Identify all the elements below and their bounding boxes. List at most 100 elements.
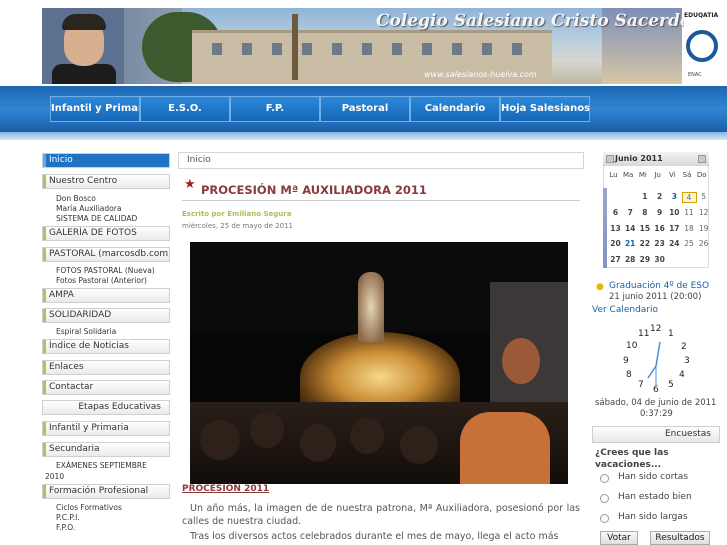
banner-palm [292,14,298,80]
calendar-prev-button[interactable] [606,155,614,163]
calendar-day[interactable]: 4 [681,192,697,203]
event-date: 21 junio 2011 (20:00) [609,292,702,302]
vote-button[interactable]: Votar [600,531,638,545]
submenu-pcpi[interactable]: P.C.P.I. [56,513,80,522]
poll-radio-2[interactable] [600,494,609,503]
submenu-espiral-solidaria[interactable]: Espiral Solidaria [56,327,116,336]
clock-number: 2 [681,342,687,352]
nav-hoja-salesianos[interactable]: Hoja Salesianos [500,96,590,122]
nav-fp[interactable]: F.P. [230,96,320,122]
nav-strip [0,132,727,140]
clock-number: 10 [626,341,638,351]
analog-clock: 12 1 2 3 4 5 6 7 8 9 10 11 [610,322,690,402]
star-icon: ★ [184,177,196,192]
nav-eso[interactable]: E.S.O. [140,96,230,122]
submenu-ciclos-formativos[interactable]: Ciclos Formativos [56,503,122,512]
submenu-fotos-pastoral-nueva[interactable]: FOTOS PASTORAL (Nueva) [56,266,155,275]
procession-photo[interactable] [190,242,568,484]
calendar-day[interactable]: 3 [667,192,682,201]
poll-question: ¿Crees que las vacaciones... [595,448,669,470]
calendar-day[interactable]: 22 [637,239,652,248]
calendar-day[interactable]: 9 [652,208,667,217]
poll-option-2[interactable]: Han estado bien [618,492,692,502]
menu-indice-noticias[interactable]: Índice de Noticias [42,339,170,354]
calendar-day[interactable]: 6 [608,208,623,217]
submenu-don-bosco[interactable]: Don Bosco [56,194,96,203]
event-title-link[interactable]: Graduación 4º de ESO [609,281,709,291]
calendar-day[interactable]: 27 [608,255,623,264]
submenu-examenes-year[interactable]: 2010 [45,472,64,481]
menu-nuestro-centro[interactable]: Nuestro Centro [42,174,170,189]
polls-header: Encuestas [592,426,720,443]
results-button[interactable]: Resultados [650,531,710,545]
ver-calendario-link[interactable]: Ver Calendario [592,305,658,315]
calendar-weekday: Ju [654,171,661,179]
nav-infantil-primaria[interactable]: Infantil y Primaria [50,96,140,122]
calendar-day[interactable]: 29 [637,255,652,264]
calendar-day[interactable]: 5 [696,192,711,201]
menu-pastoral[interactable]: PASTORAL (marcosdb.com) [42,247,170,262]
article-image-caption-link[interactable]: PROCESIÓN 2011 [182,484,269,494]
calendar-day[interactable]: 11 [682,208,697,217]
clock-number: 8 [626,370,632,380]
menu-formacion-profesional[interactable]: Formación Profesional [42,484,170,499]
calendar-day[interactable]: 15 [637,224,652,233]
calendar-day[interactable]: 18 [682,224,697,233]
menu-solidaridad[interactable]: SOLIDARIDAD [42,308,170,323]
menu-enlaces[interactable]: Enlaces [42,360,170,375]
clock-time: 0:37:29 [640,409,673,419]
clock-number: 12 [650,324,662,334]
poll-option-1[interactable]: Han sido cortas [618,472,688,482]
menu-ampa[interactable]: AMPA [42,288,170,303]
poll-radio-1[interactable] [600,474,609,483]
clock-number: 6 [653,385,659,395]
menu-secundaria[interactable]: Secundaria [42,442,170,457]
nav-calendario[interactable]: Calendario [410,96,500,122]
breadcrumb[interactable]: Inicio [178,152,584,169]
menu-galeria-fotos[interactable]: GALERÍA DE FOTOS [42,226,170,241]
calendar-day[interactable]: 10 [667,208,682,217]
calendar-day[interactable]: 17 [667,224,682,233]
menu-inicio[interactable]: Inicio [42,153,170,168]
submenu-maria-auxiliadora[interactable]: María Auxiliadora [56,204,121,213]
calendar-day[interactable]: 12 [696,208,711,217]
menu-contactar[interactable]: Contactar [42,380,170,395]
calendar-day[interactable]: 26 [696,239,711,248]
school-title: Colegio Salesiano Cristo Sacerdote [376,11,710,31]
calendar-day[interactable]: 14 [623,224,638,233]
calendar-weekday: Sá [682,171,692,179]
menu-infantil-primaria[interactable]: Infantil y Primaria [42,421,170,436]
section-etapas-educativas: Etapas Educativas [42,400,170,415]
calendar-day[interactable]: 30 [652,255,667,264]
eduqatia-q-icon [686,30,718,62]
submenu-fotos-pastoral-anterior[interactable]: Fotos Pastoral (Anterior) [56,276,147,285]
submenu-examenes-septiembre[interactable]: EXÁMENES SEPTIEMBRE [56,461,147,470]
don-bosco-portrait [42,8,124,84]
calendar-day[interactable]: 24 [667,239,682,248]
calendar-weekday: Ma [623,171,634,179]
calendar-day[interactable]: 25 [682,239,697,248]
calendar-day[interactable]: 2 [652,192,667,201]
clock-date: sábado, 04 de junio de 2011 [595,398,717,408]
nav-pastoral[interactable]: Pastoral [320,96,410,122]
submenu-sistema-calidad[interactable]: SISTEMA DE CALIDAD [56,214,137,223]
calendar-day[interactable]: 28 [623,255,638,264]
calendar-day[interactable]: 21 [623,239,638,248]
clock-number: 3 [684,356,690,366]
calendar-day[interactable]: 20 [608,239,623,248]
calendar-day[interactable]: 1 [637,192,652,201]
article-paragraph-1: Un año más, la imagen de de nuestra patr… [182,503,580,527]
calendar-day[interactable]: 19 [696,224,711,233]
clock-number: 5 [668,380,674,390]
calendar-day[interactable]: 16 [652,224,667,233]
submenu-fpo[interactable]: F.P.O. [56,523,75,532]
calendar-day[interactable]: 13 [608,224,623,233]
poll-radio-3[interactable] [600,514,609,523]
clock-hands-icon [647,341,661,386]
article-title[interactable]: PROCESIÓN Mª AUXILIADORA 2011 [201,183,427,197]
calendar-day[interactable]: 23 [652,239,667,248]
poll-option-3[interactable]: Han sido largas [618,512,688,522]
calendar-day[interactable]: 7 [623,208,638,217]
calendar-day[interactable]: 8 [637,208,652,217]
calendar-next-button[interactable] [698,155,706,163]
